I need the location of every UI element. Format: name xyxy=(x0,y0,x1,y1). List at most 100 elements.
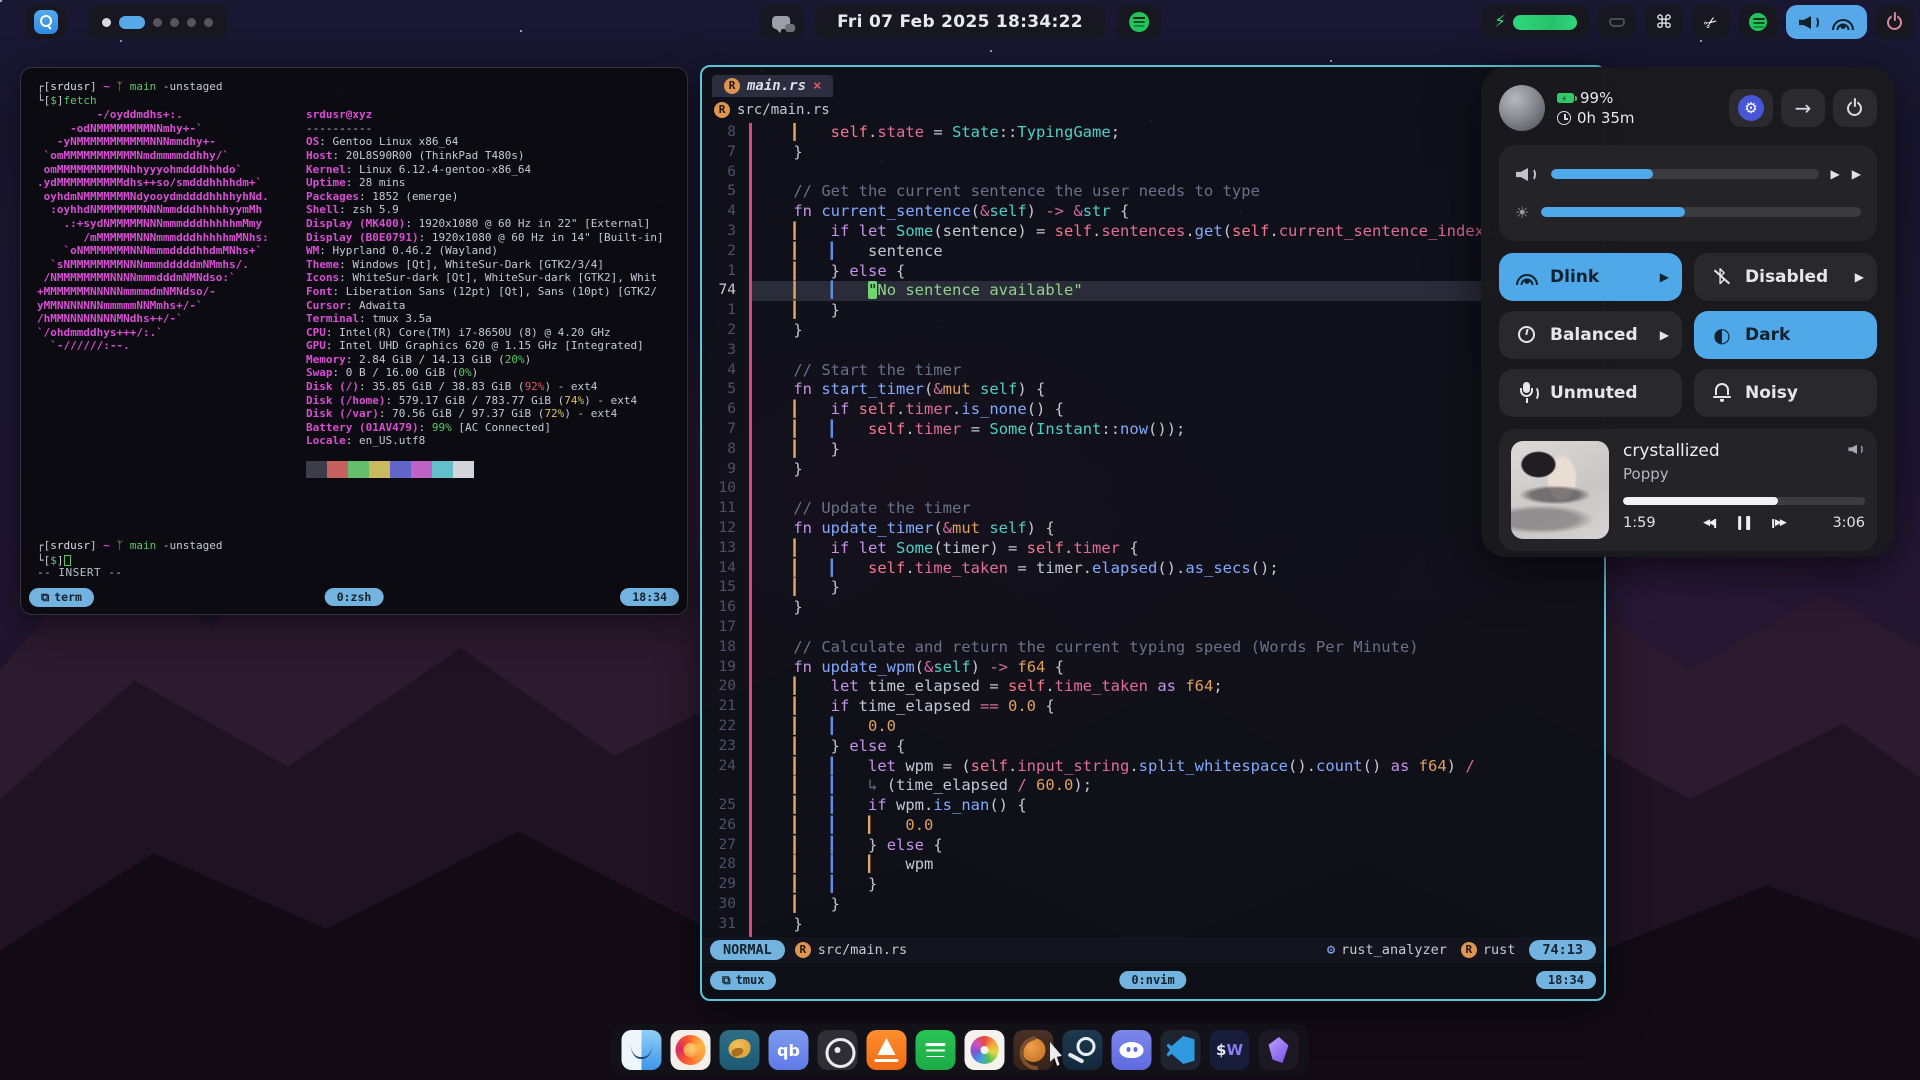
battery-status: ⚡ 99% xyxy=(1557,88,1635,108)
screenshot-button[interactable]: ✂ xyxy=(1692,5,1730,39)
fetch-info-line: GPU: Intel UHD Graphics 620 @ 1.15 GHz [… xyxy=(306,339,671,353)
mode-badge: NORMAL xyxy=(710,940,785,960)
terminal-line: ┌[srdusr] ~ ᛉ main -unstaged xyxy=(37,80,671,94)
next-track-button[interactable] xyxy=(1772,518,1785,528)
terminal-line: └[$]fetch xyxy=(37,94,671,108)
battery-indicator[interactable]: ⚡ xyxy=(1482,5,1589,39)
chat-bubble-icon xyxy=(772,16,790,29)
tmux-status-bar: ⧉ tmux 0:nvim 18:34 xyxy=(710,968,1596,992)
toggle-disabled[interactable]: ᛒDisabled▶ xyxy=(1694,253,1877,301)
rust-icon: R xyxy=(724,78,740,94)
tray-button[interactable] xyxy=(1598,5,1636,39)
workspace-3[interactable] xyxy=(153,18,162,27)
code-area[interactable]: 8 ▎ self.state = State::TypingGame;7 }65… xyxy=(702,123,1604,937)
terminal-window[interactable]: ┌[srdusr] ~ ᛉ main -unstaged└[$]fetch -/… xyxy=(20,67,688,615)
spotify-icon xyxy=(1749,13,1767,31)
color-swatch xyxy=(390,461,411,478)
toggle-dark[interactable]: ◐Dark xyxy=(1694,311,1877,359)
tmux-window-tmux[interactable]: ⧉ tmux xyxy=(710,971,776,990)
control-center-panel: ⚡ 99% 0h 35m ⚙ → xyxy=(1481,67,1895,557)
seek-bar[interactable] xyxy=(1623,497,1865,505)
editor-window[interactable]: R main.rs × R src/main.rs 8 ▎ self.state… xyxy=(700,65,1606,1001)
volume-slider[interactable] xyxy=(1551,169,1819,179)
code-line: 22 ▎ ▎ 0.0 xyxy=(702,717,1604,737)
dock-item-wezterm[interactable]: $W xyxy=(1210,1030,1250,1070)
dock-item-obsidian[interactable] xyxy=(1259,1030,1299,1070)
notifications-button[interactable] xyxy=(759,5,803,39)
workspace-5[interactable] xyxy=(187,18,196,27)
lsp-indicator: ⚙ rust_analyzer xyxy=(1327,942,1447,958)
speaker-icon[interactable] xyxy=(1848,441,1865,457)
dock-item-photos[interactable] xyxy=(965,1030,1005,1070)
dock-item-firefox[interactable] xyxy=(671,1030,711,1070)
toggle-dlink[interactable]: Dlink▶ xyxy=(1499,253,1682,301)
toggle-noisy[interactable]: Noisy xyxy=(1694,369,1877,417)
cursor-position-badge: 74:13 xyxy=(1529,940,1596,960)
dock-item-spotify[interactable] xyxy=(916,1030,956,1070)
code-line: 26 ▎ ▎ ▎ 0.0 xyxy=(702,816,1604,836)
code-line: 21 ▎ if time_elapsed == 0.0 { xyxy=(702,697,1604,717)
tab-main-rs[interactable]: R main.rs × xyxy=(712,75,833,97)
dock-item-bird[interactable] xyxy=(720,1030,760,1070)
fetch-info-line: Battery (01AV479): 99% [AC Connected] xyxy=(306,421,671,435)
search-icon xyxy=(34,10,58,34)
gear-icon: ⚙ xyxy=(1738,95,1764,121)
brightness-slider[interactable] xyxy=(1541,207,1861,217)
dock-item-qb[interactable]: qb xyxy=(769,1030,809,1070)
command-button[interactable]: ⌘ xyxy=(1645,5,1683,39)
code-line: 10 xyxy=(702,479,1604,499)
dock-item-steam[interactable] xyxy=(1063,1030,1103,1070)
fetch-info-line: ---------- xyxy=(306,122,671,136)
toggle-unmuted[interactable]: Unmuted xyxy=(1499,369,1682,417)
bluetooth-off-icon: ᛒ xyxy=(1710,266,1734,288)
dock-item-discord[interactable] xyxy=(1112,1030,1152,1070)
fetch-info-line: Locale: en_US.utf8 xyxy=(306,434,671,448)
rust-icon: R xyxy=(714,102,730,118)
tmux-clock-label: 18:34 xyxy=(1548,973,1584,987)
chevron-right-icon: ▶ xyxy=(1660,270,1669,284)
tmux-window-term[interactable]: ⧉ term xyxy=(29,588,94,607)
chevron-right-icon[interactable]: ▶ xyxy=(1852,167,1861,181)
workspace-6[interactable] xyxy=(204,18,213,27)
workspace-4[interactable] xyxy=(170,18,179,27)
vi-mode-indicator: -- INSERT -- xyxy=(37,566,671,580)
toggle-balanced[interactable]: Balanced▶ xyxy=(1499,311,1682,359)
spotify-button[interactable] xyxy=(1117,5,1161,39)
chevron-right-icon[interactable]: ▶ xyxy=(1831,167,1840,181)
previous-track-button[interactable] xyxy=(1703,518,1716,528)
terminal-body[interactable]: ┌[srdusr] ~ ᛉ main -unstaged└[$]fetch -/… xyxy=(21,68,687,614)
fetch-output: -/oyddmdhs+:. -odNMMMMMMMMNNmhy+-` -yNMM… xyxy=(37,108,671,448)
workspace-1[interactable] xyxy=(102,18,111,27)
settings-button[interactable]: ⚙ xyxy=(1729,89,1773,127)
window-icon: ⧉ xyxy=(722,973,731,988)
tmux-session-zsh[interactable]: 0:zsh xyxy=(325,588,384,606)
color-swatch xyxy=(348,461,369,478)
workspace-2[interactable] xyxy=(119,16,145,29)
dock-item-vlc[interactable] xyxy=(867,1030,907,1070)
tmux-session-nvim[interactable]: 0:nvim xyxy=(1119,971,1186,989)
dock-item-obs[interactable] xyxy=(818,1030,858,1070)
avatar[interactable] xyxy=(1499,85,1545,131)
dock: qb $W xyxy=(611,1024,1310,1076)
logout-button[interactable]: → xyxy=(1781,89,1825,127)
dock-item-vscode[interactable] xyxy=(1161,1030,1201,1070)
code-line: 29 ▎ ▎ } xyxy=(702,875,1604,895)
workspace-indicator[interactable] xyxy=(88,5,227,39)
volume-network-button[interactable] xyxy=(1786,5,1867,39)
power-button[interactable] xyxy=(1833,89,1877,127)
clock-pill[interactable]: Fri 07 Feb 2025 18:34:22 xyxy=(815,5,1105,39)
launcher-button[interactable] xyxy=(26,5,66,39)
wifi-icon xyxy=(1831,11,1855,33)
spotify-tray-button[interactable] xyxy=(1739,5,1777,39)
code-line: 5 // Get the current sentence the user n… xyxy=(702,182,1604,202)
brightness-icon: ☀ xyxy=(1515,203,1529,222)
tab-close-icon[interactable]: × xyxy=(813,78,821,94)
fetch-info-line: Disk (/var): 70.56 GiB / 97.37 GiB (72%)… xyxy=(306,407,671,421)
dock-item-finder[interactable] xyxy=(622,1030,662,1070)
power-menu-button[interactable] xyxy=(1876,5,1914,39)
volume-slider-row: ▶ ▶ xyxy=(1515,159,1861,189)
sliders-card: ▶ ▶ ☀ xyxy=(1499,145,1877,241)
fetch-info-line: Terminal: tmux 3.5a xyxy=(306,312,671,326)
pause-button[interactable] xyxy=(1738,516,1750,530)
dock-item-otter[interactable] xyxy=(1014,1030,1054,1070)
